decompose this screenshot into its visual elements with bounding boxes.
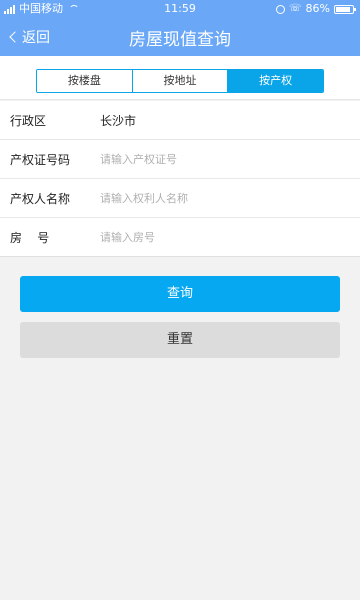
room-no-input[interactable] xyxy=(100,230,320,244)
owner-row: 产权人名称 xyxy=(0,179,360,218)
signal-icon xyxy=(4,4,15,14)
battery-fill xyxy=(336,6,350,12)
district-value[interactable]: 长沙市 xyxy=(100,112,136,129)
owner-input[interactable] xyxy=(100,191,320,205)
district-label: 行政区 xyxy=(10,113,47,128)
tab-by-estate[interactable]: 按楼盘 xyxy=(37,70,133,92)
title-bar: 返回 房屋现值查询 xyxy=(0,18,360,56)
query-button[interactable]: 查询 xyxy=(20,276,340,312)
query-form: 行政区 长沙市 产权证号码 产权人名称 房 号 xyxy=(0,101,360,257)
status-bar: 中国移动 11:59 ☏ 86% xyxy=(0,0,360,18)
hd-call-icon: ☏ xyxy=(289,3,302,14)
carrier-name: 中国移动 xyxy=(19,2,63,15)
battery-percent: 86% xyxy=(305,2,330,15)
owner-label: 产权人名称 xyxy=(10,191,71,206)
district-row[interactable]: 行政区 长沙市 xyxy=(0,101,360,140)
cert-no-row: 产权证号码 xyxy=(0,140,360,179)
room-no-label: 房 号 xyxy=(10,230,50,245)
search-mode-tabs: 按楼盘 按地址 按产权 xyxy=(36,69,324,93)
reset-button[interactable]: 重置 xyxy=(20,322,340,358)
tab-by-address[interactable]: 按地址 xyxy=(132,70,229,92)
cert-no-input[interactable] xyxy=(100,152,320,166)
tab-by-property-right[interactable]: 按产权 xyxy=(228,70,323,92)
cert-no-label: 产权证号码 xyxy=(10,152,71,167)
app-header: 中国移动 11:59 ☏ 86% 返回 房屋现值查询 xyxy=(0,0,360,56)
page-title: 房屋现值查询 xyxy=(129,30,231,50)
status-left: 中国移动 xyxy=(4,0,79,18)
search-mode-tabs-bar: 按楼盘 按地址 按产权 xyxy=(0,56,360,100)
status-right: ☏ 86% xyxy=(276,0,356,18)
alarm-icon xyxy=(276,4,286,14)
battery-icon xyxy=(334,4,356,14)
room-no-row: 房 号 xyxy=(0,218,360,257)
wifi-icon xyxy=(69,5,79,13)
